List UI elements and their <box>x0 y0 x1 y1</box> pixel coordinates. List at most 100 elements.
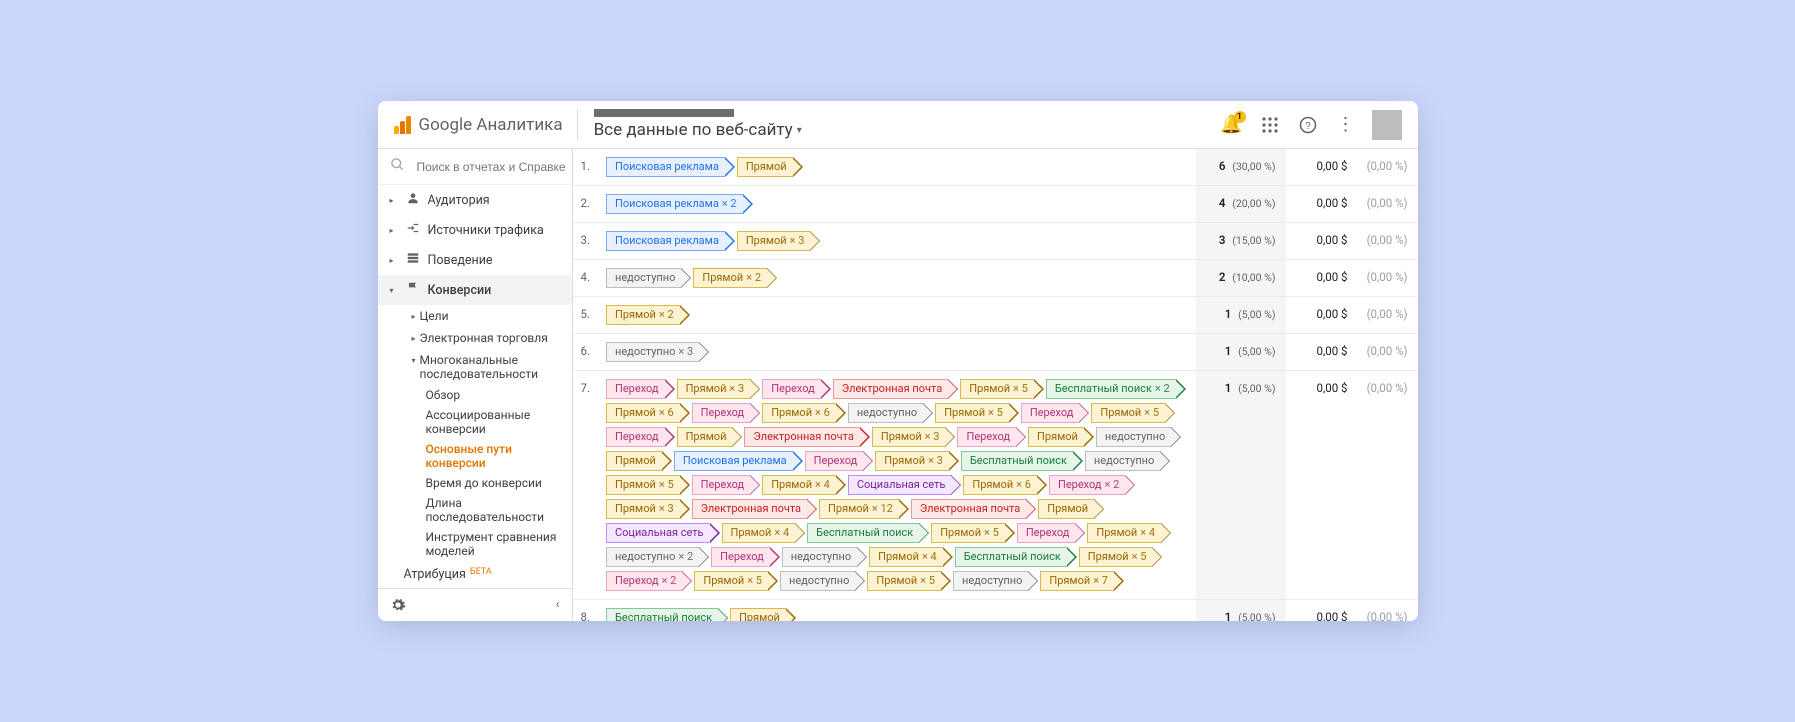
subnav-mcf-path-length[interactable]: Длина последовательности <box>420 493 572 527</box>
row-count: 1 (5,00 %) <box>1196 334 1286 371</box>
channel-tag-email: Электронная почта <box>744 427 859 447</box>
row-money: 0,00 $ <box>1286 334 1356 371</box>
channel-tag-direct: Прямой× 3 <box>677 379 751 399</box>
row-index: 1. <box>573 149 599 186</box>
table-row[interactable]: 2.Поисковая реклама× 24 (20,00 %)0,00 $(… <box>573 186 1418 223</box>
row-path: недоступно Прямой× 2 <box>598 260 1196 297</box>
channel-tag-referral: Переход <box>957 427 1016 447</box>
channel-tag-direct: Прямой× 4 <box>1087 523 1161 543</box>
channel-tag-unavailable: недоступно× 3 <box>606 342 699 362</box>
avatar[interactable] <box>1372 110 1402 140</box>
row-money-pct: (0,00 %) <box>1356 223 1418 260</box>
sidebar-item-audience[interactable]: ▸ Аудитория <box>378 185 572 215</box>
channel-tag-referral: Переход× 2 <box>606 571 682 591</box>
subnav-mcf[interactable]: Многоканальные последовательности <box>406 349 572 385</box>
table-row[interactable]: 8.Бесплатный поискПрямой1 (5,00 %)0,00 $… <box>573 600 1418 622</box>
more-icon[interactable]: ⋮ <box>1334 113 1358 137</box>
channel-tag-direct: Прямой× 7 <box>1040 571 1114 591</box>
view-name: Все данные по веб-сайту <box>594 121 802 140</box>
subnav-mcf-top-paths[interactable]: Основные пути конверсии <box>420 439 572 473</box>
subnav-mcf-overview[interactable]: Обзор <box>420 385 572 405</box>
channel-tag-direct: Прямой× 2 <box>606 305 680 325</box>
sidebar-search[interactable] <box>378 149 572 185</box>
sidebar-item-attribution[interactable]: АтрибуцияБЕТА <box>378 561 572 588</box>
channel-tag-referral: Переход <box>606 379 665 399</box>
channel-tag-social: Социальная сеть <box>848 475 952 495</box>
channel-tag-referral: Переход <box>692 403 751 423</box>
sidebar-item-conversions[interactable]: ▾ Конверсии <box>378 275 572 305</box>
arrow-path-icon <box>406 221 420 239</box>
ga-logo[interactable]: Google Аналитика <box>394 115 563 135</box>
svg-text:?: ? <box>1305 120 1311 131</box>
sidebar-label: Источники трафика <box>428 223 544 238</box>
channel-tag-email: Электронная почта <box>911 499 1026 519</box>
row-path: Поисковая реклама× 2 <box>598 186 1196 223</box>
bell-badge: 1 <box>1234 111 1246 123</box>
table-row[interactable]: 7.ПереходПрямой× 3ПереходЭлектронная поч… <box>573 371 1418 600</box>
top-bar: Google Аналитика Все данные по веб-сайту… <box>378 101 1418 149</box>
row-money-pct: (0,00 %) <box>1356 371 1418 600</box>
channel-tag-direct: Прямой× 5 <box>1091 403 1165 423</box>
ga-logo-icon <box>394 116 411 134</box>
row-path: Бесплатный поискПрямой <box>598 600 1196 622</box>
chevron-right-icon: ▸ <box>390 256 398 265</box>
sidebar: ▸ Аудитория ▸ Источники трафика ▸ Поведе… <box>378 149 573 621</box>
channel-tag-unavailable: недоступно <box>780 571 855 591</box>
row-count: 1 (5,00 %) <box>1196 371 1286 600</box>
channel-tag-referral: Переход× 2 <box>1049 475 1125 495</box>
sidebar-label: Конверсии <box>428 283 492 298</box>
apps-icon[interactable] <box>1258 113 1282 137</box>
chevron-left-icon[interactable]: ‹ <box>556 597 560 617</box>
help-icon[interactable]: ? <box>1296 113 1320 137</box>
row-money: 0,00 $ <box>1286 371 1356 600</box>
channel-tag-referral: Переход <box>1017 523 1076 543</box>
channel-tag-social: Социальная сеть <box>606 523 710 543</box>
subnav-mcf-assisted[interactable]: Ассоциированные конверсии <box>420 405 572 439</box>
channel-tag-direct: Прямой <box>606 451 662 471</box>
search-input[interactable] <box>415 159 573 175</box>
subnav-mcf-model-comp[interactable]: Инструмент сравнения моделей <box>420 527 572 561</box>
channel-tag-direct: Прямой× 4 <box>869 547 943 567</box>
table-row[interactable]: 5.Прямой× 21 (5,00 %)0,00 $(0,00 %) <box>573 297 1418 334</box>
channel-tag-direct: Прямой× 3 <box>737 231 811 251</box>
chevron-down-icon: ▾ <box>390 286 398 295</box>
row-money: 0,00 $ <box>1286 149 1356 186</box>
channel-tag-direct: Прямой× 5 <box>931 523 1005 543</box>
gear-icon[interactable] <box>390 597 406 617</box>
channel-tag-unavailable: недоступно <box>1085 451 1160 471</box>
sidebar-item-behavior[interactable]: ▸ Поведение <box>378 245 572 275</box>
row-path: недоступно× 3 <box>598 334 1196 371</box>
table-row[interactable]: 3.Поисковая рекламаПрямой× 33 (15,00 %)0… <box>573 223 1418 260</box>
search-icon <box>390 157 405 176</box>
subnav-ecommerce[interactable]: Электронная торговля <box>406 327 572 349</box>
channel-tag-organic: Бесплатный поиск <box>961 451 1073 471</box>
row-index: 3. <box>573 223 599 260</box>
channel-tag-organic: Бесплатный поиск <box>807 523 919 543</box>
channel-tag-direct: Прямой× 5 <box>960 379 1034 399</box>
subnav-mcf-time-lag[interactable]: Время до конверсии <box>420 473 572 493</box>
row-index: 4. <box>573 260 599 297</box>
flag-icon <box>406 281 420 299</box>
channel-tag-paid_search: Поисковая реклама× 2 <box>606 194 743 214</box>
subnav-goals[interactable]: Цели <box>406 305 572 327</box>
channel-tag-unavailable: недоступно <box>606 268 681 288</box>
rows-icon <box>406 251 420 269</box>
channel-tag-unavailable: недоступно <box>848 403 923 423</box>
table-row[interactable]: 6.недоступно× 31 (5,00 %)0,00 $(0,00 %) <box>573 334 1418 371</box>
row-money-pct: (0,00 %) <box>1356 297 1418 334</box>
channel-tag-direct: Прямой× 6 <box>762 403 836 423</box>
bell-icon[interactable]: 🔔1 <box>1220 113 1244 137</box>
sidebar-item-acquisition[interactable]: ▸ Источники трафика <box>378 215 572 245</box>
view-selector[interactable]: Все данные по веб-сайту <box>577 109 802 140</box>
channel-tag-paid_search: Поисковая реклама <box>606 157 725 177</box>
channel-tag-referral: Переход <box>1021 403 1080 423</box>
table-row[interactable]: 1.Поисковая рекламаПрямой6 (30,00 %)0,00… <box>573 149 1418 186</box>
table-row[interactable]: 4.недоступноПрямой× 22 (10,00 %)0,00 $(0… <box>573 260 1418 297</box>
row-money: 0,00 $ <box>1286 297 1356 334</box>
channel-tag-direct: Прямой× 6 <box>606 403 680 423</box>
channel-tag-direct: Прямой× 12 <box>819 499 899 519</box>
channel-tag-direct: Прямой <box>1028 427 1084 447</box>
channel-tag-direct: Прямой× 2 <box>693 268 767 288</box>
channel-tag-direct: Прямой× 5 <box>1079 547 1153 567</box>
channel-tag-direct: Прямой× 4 <box>762 475 836 495</box>
